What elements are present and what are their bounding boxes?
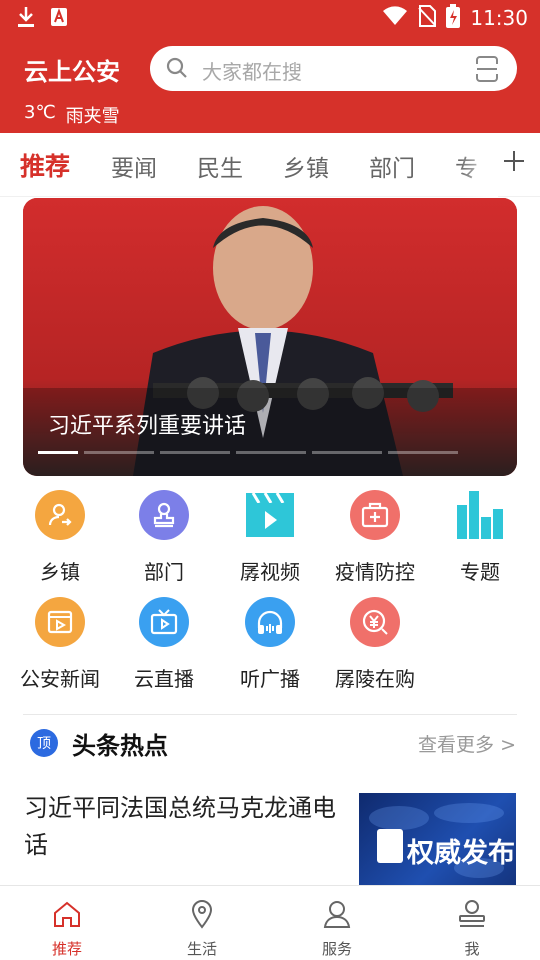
quick-link-towns[interactable]: 乡镇 [7, 490, 113, 585]
scan-icon[interactable] [475, 56, 499, 86]
news-item-title[interactable]: 习近平同法国总统马克龙通电话 [24, 790, 344, 864]
news-thumbnail[interactable]: 权威发布 [359, 793, 516, 885]
app-title: 云上公安 [24, 58, 120, 86]
bottom-navigation: 推荐 生活 服务 我 [0, 885, 540, 960]
quick-link-epidemic[interactable]: 疫情防控 [322, 490, 428, 585]
status-bar: 11:30 [0, 0, 540, 36]
add-tab-icon[interactable] [502, 149, 526, 177]
quick-link-radio[interactable]: 听广播 [217, 597, 323, 692]
tab-departments[interactable]: 部门 [369, 149, 415, 183]
search-bar[interactable]: 大家都在搜 [150, 46, 517, 91]
video-clapper-icon [245, 490, 295, 540]
tab-recommend[interactable]: 推荐 [20, 147, 70, 183]
app-notification-icon [50, 7, 68, 31]
headphones-icon [245, 597, 295, 647]
top-badge-icon: 顶 [30, 729, 58, 757]
quick-link-shopping[interactable]: 孱陵在购 [322, 597, 428, 692]
tab-news[interactable]: 要闻 [111, 149, 157, 183]
wifi-icon [382, 6, 408, 30]
tv-icon [139, 597, 189, 647]
news-video-icon [35, 597, 85, 647]
nav-me[interactable]: 我 [432, 898, 512, 959]
search-icon [166, 57, 188, 83]
pagination-dot [236, 451, 306, 454]
banner-pagination [38, 451, 458, 454]
section-divider [23, 714, 517, 715]
featured-banner[interactable]: 习近平系列重要讲话 [23, 198, 517, 476]
banner-caption: 习近平系列重要讲话 [48, 414, 247, 439]
tab-livelihood[interactable]: 民生 [197, 149, 243, 183]
pagination-dot [388, 451, 458, 454]
stamp-icon [139, 490, 189, 540]
quick-link-live[interactable]: 云直播 [111, 597, 217, 692]
hot-section-title: 头条热点 [72, 731, 168, 760]
download-icon [16, 6, 36, 32]
quick-link-topics[interactable]: 专题 [427, 490, 533, 585]
hot-section-header: 顶 头条热点 [30, 726, 168, 760]
pagination-dot [312, 451, 382, 454]
medical-kit-icon [350, 490, 400, 540]
thumbnail-text: 权威发布 [407, 838, 515, 869]
app-header: 11:30 云上公安 大家都在搜 3℃ 雨夹雪 [0, 0, 540, 133]
tabs-fade [458, 133, 498, 197]
bar-chart-icon [455, 490, 505, 540]
weather-condition: 雨夹雪 [65, 106, 120, 127]
pagination-dot [84, 451, 154, 454]
person-arrow-icon [35, 490, 85, 540]
yuan-coin-icon [350, 597, 400, 647]
nav-services[interactable]: 服务 [297, 898, 377, 959]
search-placeholder: 大家都在搜 [202, 60, 302, 84]
nav-recommend[interactable]: 推荐 [27, 898, 107, 959]
tab-towns[interactable]: 乡镇 [283, 149, 329, 183]
quick-link-police-news[interactable]: 公安新闻 [7, 597, 113, 692]
location-pin-icon [162, 898, 242, 930]
weather-info: 3℃ 雨夹雪 [24, 102, 120, 128]
temperature: 3℃ [24, 102, 56, 123]
pagination-dot [38, 451, 78, 454]
police-emblem-icon [377, 829, 403, 863]
nav-life[interactable]: 生活 [162, 898, 242, 959]
category-tabs: 推荐 要闻 民生 乡镇 部门 专 [0, 133, 540, 197]
pagination-dot [160, 451, 230, 454]
status-time: 11:30 [470, 6, 528, 30]
view-more-link[interactable]: 查看更多 > [418, 730, 516, 757]
battery-charging-icon [446, 4, 461, 32]
home-icon [27, 898, 107, 930]
quick-link-video[interactable]: 孱视频 [217, 490, 323, 585]
person-icon [297, 898, 377, 930]
quick-link-departments[interactable]: 部门 [111, 490, 217, 585]
no-sim-icon [418, 5, 437, 31]
profile-icon [432, 898, 512, 930]
